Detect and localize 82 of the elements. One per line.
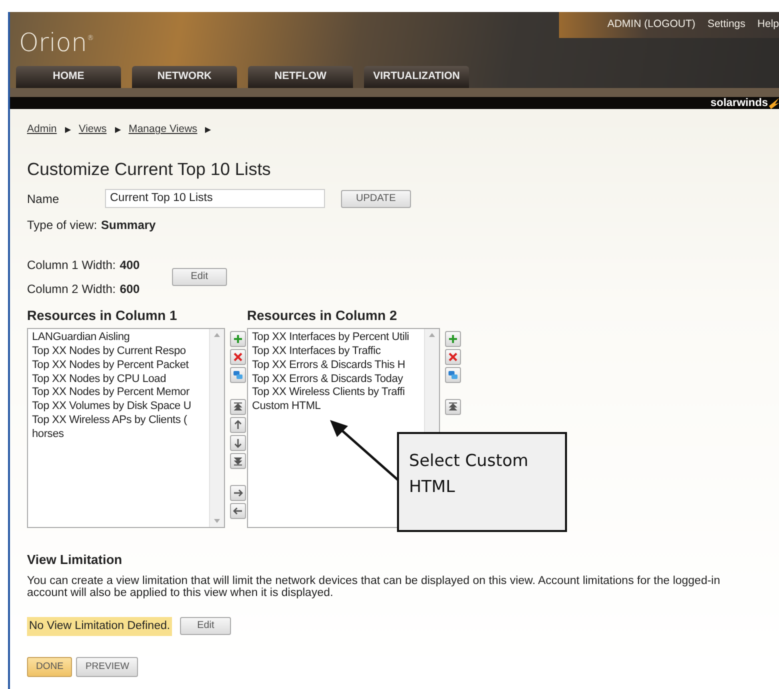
list-item[interactable]: LANGuardian Aisling (32, 331, 209, 346)
right-arrow-icon (233, 488, 243, 498)
list-item[interactable]: Top XX Wireless Clients by Traffi (252, 386, 424, 400)
remove-button[interactable] (230, 349, 246, 366)
nav-tab[interactable]: VIRTUALIZATION (364, 66, 469, 88)
preview-button[interactable]: PREVIEW (76, 657, 138, 678)
edit-button[interactable]: Edit (172, 268, 227, 286)
pointer-arrow (328, 418, 400, 482)
close-icon (233, 352, 243, 362)
nav-tab[interactable]: HOME (16, 66, 121, 88)
list-item[interactable]: Top XX Nodes by Percent Memor (32, 386, 209, 400)
header-link[interactable]: Help (757, 17, 779, 33)
move-top-button[interactable] (445, 399, 461, 416)
breadcrumb-link[interactable]: Admin (27, 122, 57, 138)
scroll-down-icon (214, 518, 220, 524)
up-arrow-icon (233, 420, 243, 430)
down-arrow-icon (233, 438, 243, 448)
nav-tab[interactable]: NETFLOW (248, 66, 353, 88)
status-text: No View Limitation Defined. (27, 616, 172, 636)
double-down-arrow-icon (233, 456, 243, 466)
scroll-up-icon (429, 332, 435, 338)
view-type-value: Summary (101, 218, 156, 232)
move-left-button[interactable] (230, 503, 246, 520)
width-value: 400 (120, 258, 140, 272)
nav-tab[interactable]: NETWORK (132, 66, 237, 88)
scrollbar[interactable] (209, 329, 224, 528)
move-up-button[interactable] (230, 417, 246, 434)
duplicate-icon (448, 370, 458, 380)
column-heading: Resources in Column 2 (247, 307, 398, 325)
resource-listbox[interactable] (27, 328, 225, 528)
update-button[interactable]: UPDATE (341, 190, 411, 208)
breadcrumb-link[interactable]: Views (78, 122, 107, 138)
breadcrumb-link[interactable]: Manage Views (128, 122, 198, 138)
width-value: 600 (120, 282, 140, 296)
move-top-button[interactable] (230, 399, 246, 416)
field-label: Name (27, 190, 60, 208)
flare-icon (769, 98, 779, 108)
header-link[interactable]: Settings (707, 17, 746, 33)
move-bottom-button[interactable] (230, 453, 246, 470)
list-item[interactable]: Top XX Wireless APs by Clients ( (32, 414, 209, 428)
breadcrumb-separator-icon (64, 126, 71, 133)
plus-icon (448, 334, 458, 344)
field-label: Type of view: (27, 218, 98, 232)
page-title: Customize Current Top 10 Lists (27, 158, 272, 181)
edit-button[interactable]: Edit (180, 617, 232, 636)
list-item[interactable]: Top XX Errors & Discards This H (252, 358, 424, 373)
list-item[interactable]: Custom HTML (252, 400, 424, 414)
breadcrumb-separator-icon (114, 126, 121, 133)
list-item[interactable]: Top XX Volumes by Disk Space U (32, 400, 209, 414)
list-item[interactable]: Top XX Nodes by Current Respo (32, 345, 209, 359)
orion-logo: Orion$^{®}$ (18, 27, 94, 59)
duplicate-button[interactable] (445, 367, 461, 384)
duplicate-icon (233, 370, 243, 380)
list-item[interactable]: Top XX Interfaces by Traffic (252, 345, 424, 359)
add-button[interactable] (445, 331, 461, 348)
breadcrumb-separator-icon (205, 126, 212, 133)
double-up-arrow-icon (448, 402, 458, 412)
header-link[interactable]: ADMIN (LOGOUT) (607, 17, 696, 33)
list-item[interactable]: Top XX Nodes by Percent Packet (32, 358, 209, 373)
field-label: Column 2 Width: (27, 282, 116, 296)
move-down-button[interactable] (230, 435, 246, 452)
add-button[interactable] (230, 331, 246, 348)
double-up-arrow-icon (233, 402, 243, 412)
list-item[interactable]: Top XX Errors & Discards Today (252, 372, 424, 386)
callout-tooltip: Select Custom HTML (397, 432, 567, 532)
field-label: Column 1 Width: (27, 258, 116, 272)
remove-button[interactable] (445, 349, 461, 366)
list-item[interactable]: Top XX Interfaces by Percent Utili (252, 331, 424, 346)
duplicate-button[interactable] (230, 367, 246, 384)
brand-name: solarwinds (710, 97, 768, 109)
name-field[interactable]: Current Top 10 Lists (105, 189, 325, 208)
list-item[interactable]: horses (32, 428, 209, 442)
section-heading: View Limitation (27, 551, 124, 570)
description-text: You can create a view limitation that will limit the network devices that can be displayed on this view. Account limitations for the logged-in account will also be applied to this view when it is displayed. (27, 574, 722, 599)
scroll-up-icon (214, 332, 220, 338)
left-arrow-icon (233, 506, 243, 516)
done-button[interactable]: DONE (27, 657, 72, 678)
plus-icon (233, 334, 243, 344)
column-heading: Resources in Column 1 (27, 307, 178, 325)
close-icon (448, 352, 458, 362)
list-item[interactable]: Top XX Nodes by CPU Load (32, 372, 209, 386)
move-right-button[interactable] (230, 485, 246, 502)
